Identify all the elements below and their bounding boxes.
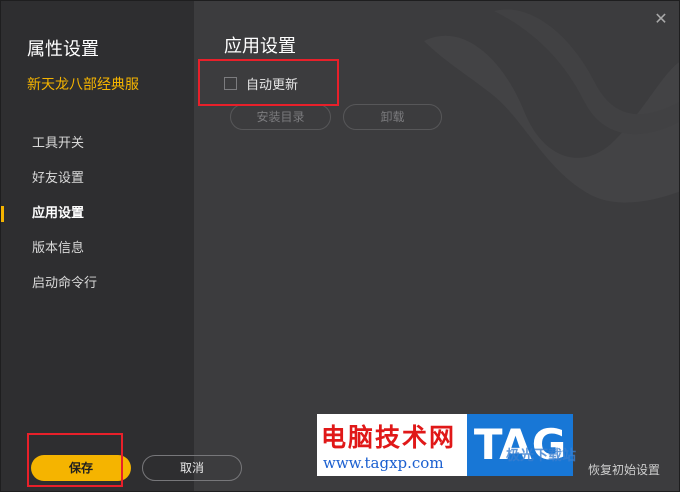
restore-defaults-link[interactable]: 恢复初始设置 — [588, 461, 660, 478]
install-directory-button[interactable]: 安装目录 — [230, 104, 331, 130]
highlight-box-save — [27, 433, 123, 487]
cancel-button[interactable]: 取消 — [142, 455, 242, 481]
sidebar-item-launch-command[interactable]: 启动命令行 — [1, 269, 194, 304]
close-button[interactable]: ✕ — [653, 11, 669, 27]
sidebar-item-app-settings[interactable]: 应用设置 — [1, 199, 194, 234]
sidebar-item-tool-switch[interactable]: 工具开关 — [1, 129, 194, 164]
sidebar-nav: 工具开关 好友设置 应用设置 版本信息 启动命令行 — [1, 129, 194, 304]
watermark-url: www.tagxp.com — [323, 454, 444, 472]
sidebar-title: 属性设置 — [27, 39, 99, 60]
highlight-box-auto-update — [198, 59, 339, 106]
page-title: 应用设置 — [224, 36, 296, 57]
watermark-right-text: 极光下载站 — [506, 448, 576, 464]
uninstall-button[interactable]: 卸载 — [343, 104, 442, 130]
watermark-title: 电脑技术网 — [321, 423, 457, 452]
sidebar-item-friend-settings[interactable]: 好友设置 — [1, 164, 194, 199]
settings-dialog: 属性设置 新天龙八部经典服 工具开关 好友设置 应用设置 版本信息 启动命令行 … — [0, 0, 680, 492]
sidebar-item-version-info[interactable]: 版本信息 — [1, 234, 194, 269]
close-icon: ✕ — [654, 9, 668, 28]
watermark-panel: 电脑技术网 www.tagxp.com — [317, 414, 467, 476]
game-name: 新天龙八部经典服 — [27, 77, 139, 93]
